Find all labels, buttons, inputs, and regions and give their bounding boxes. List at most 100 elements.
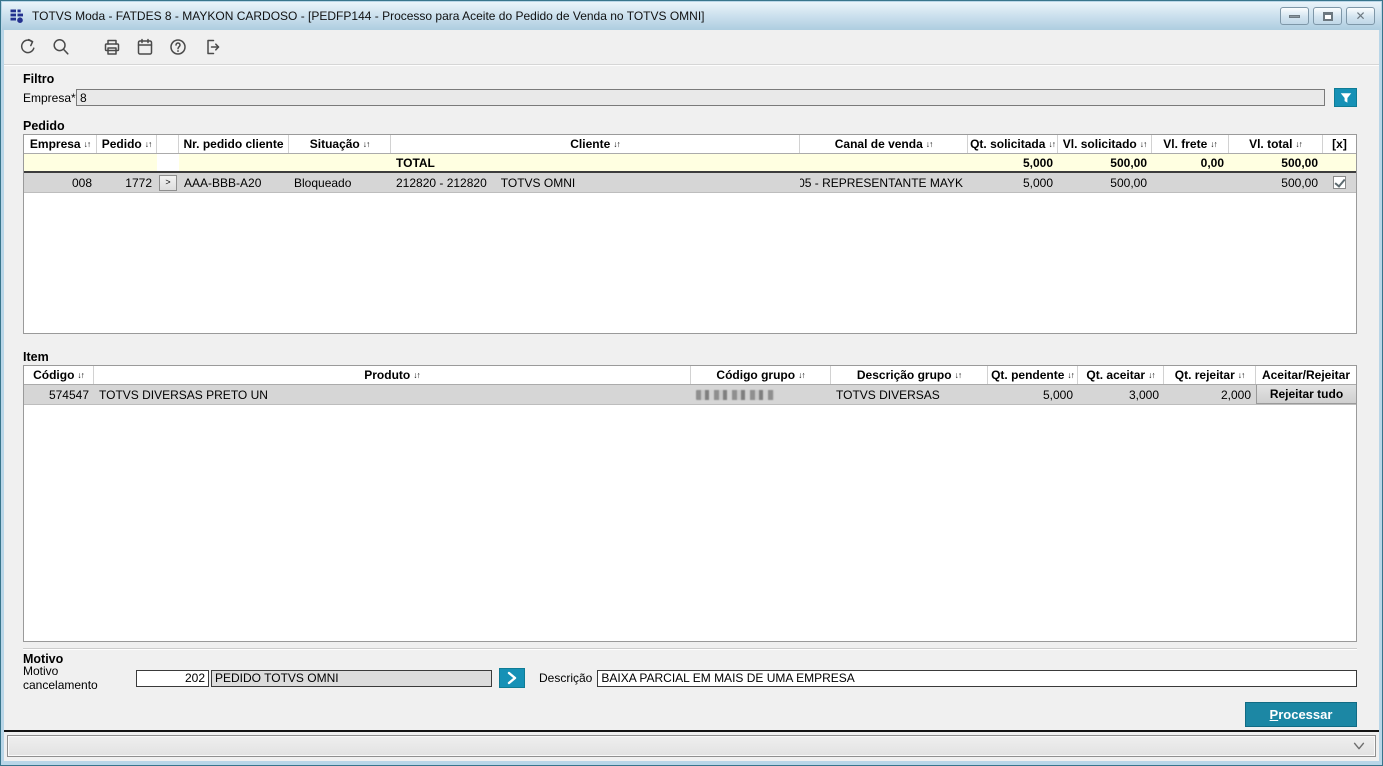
- sort-icon: ↓↑: [954, 370, 962, 380]
- sort-icon: ↓↑: [798, 370, 805, 380]
- row-checkbox[interactable]: [1333, 176, 1346, 189]
- total-vl-frete: 0,00: [1200, 155, 1224, 170]
- pedido-col-cliente[interactable]: Cliente ↓↑: [391, 135, 800, 153]
- pedido-col-canal-venda[interactable]: Canal de venda ↓↑: [800, 135, 968, 153]
- sort-icon: ↓↑: [1048, 139, 1055, 149]
- motivo-lookup-button[interactable]: [499, 668, 525, 688]
- item-col-qt-pendente[interactable]: Qt. pendente ↓↑: [988, 366, 1078, 384]
- pedido-col-select-all[interactable]: [x]: [1323, 135, 1356, 153]
- exit-icon: [207, 39, 220, 55]
- titlebar[interactable]: TOTVS Moda - FATDES 8 - MAYKON CARDOSO -…: [2, 2, 1381, 30]
- section-title-motivo: Motivo: [23, 652, 64, 666]
- row-pedido: 1772: [125, 175, 152, 190]
- pedido-col-nr-pedido-cliente[interactable]: Nr. pedido cliente: [179, 135, 289, 153]
- item-qt-aceitar: 3,000: [1128, 387, 1159, 402]
- section-divider: [23, 648, 1357, 650]
- motivo-row: Motivo cancelamento Descrição: [23, 664, 1357, 692]
- section-title-pedido: Pedido: [23, 119, 65, 133]
- totvs-logo-icon: [10, 9, 25, 24]
- item-col-qt-aceitar[interactable]: Qt. aceitar ↓↑: [1078, 366, 1164, 384]
- redacted-value: [696, 389, 774, 400]
- exit-button[interactable]: [199, 35, 223, 59]
- pedido-col-qt-solicitada[interactable]: Qt. solicitada ↓↑: [968, 135, 1058, 153]
- processar-button[interactable]: Processar: [1245, 702, 1357, 727]
- empresa-input[interactable]: [76, 89, 1325, 106]
- minimize-icon: [1289, 14, 1300, 18]
- row-situacao: Bloqueado: [294, 175, 352, 190]
- row-vl-frete: [1152, 173, 1229, 192]
- row-vl-total: 500,00: [1281, 175, 1318, 190]
- row-cliente: 212820 - 212820 TOTVS OMNI: [391, 173, 800, 192]
- item-descricao-grupo: TOTVS DIVERSAS: [836, 387, 940, 402]
- filter-button[interactable]: [1334, 88, 1357, 107]
- app-body: Filtro Empresa* Pedido Empresa↓↑ Pedido↓…: [4, 30, 1379, 761]
- item-col-qt-rejeitar[interactable]: Qt. rejeitar ↓↑: [1164, 366, 1256, 384]
- item-col-codigo[interactable]: Código ↓↑: [24, 366, 94, 384]
- row-nr-pedido-cliente: AAA-BBB-A20: [184, 175, 262, 190]
- sort-icon: ↓↑: [83, 139, 91, 149]
- pedido-total-row: TOTAL 5,000 500,00 0,00 500,00: [24, 154, 1356, 173]
- pedido-col-vl-total[interactable]: Vl. total ↓↑: [1229, 135, 1323, 153]
- sort-icon: ↓↑: [613, 139, 620, 149]
- item-table-row[interactable]: 574547 TOTVS DIVERSAS PRETO UN TOTVS DIV…: [24, 385, 1356, 405]
- item-col-produto[interactable]: Produto ↓↑: [94, 366, 691, 384]
- window-title: TOTVS Moda - FATDES 8 - MAYKON CARDOSO -…: [32, 9, 705, 23]
- search-button[interactable]: [49, 35, 73, 59]
- cliente-name: TOTVS OMNI: [500, 175, 576, 190]
- pedido-col-vl-solicitado[interactable]: Vl. solicitado ↓↑: [1058, 135, 1152, 153]
- pedido-col-vl-frete[interactable]: Vl. frete ↓↑: [1152, 135, 1229, 153]
- close-icon: ✕: [1355, 9, 1366, 23]
- motivo-descricao-curta-input[interactable]: [211, 669, 492, 687]
- sort-icon: ↓↑: [925, 139, 933, 149]
- sort-icon: ↓↑: [413, 370, 420, 380]
- refresh-icon: [20, 38, 35, 54]
- rejeitar-tudo-button[interactable]: Rejeitar tudo: [1256, 385, 1356, 404]
- close-button[interactable]: ✕: [1346, 7, 1375, 25]
- pedido-col-situacao[interactable]: Situação ↓↑: [289, 135, 391, 153]
- row-vl-solicitado: 500,00: [1110, 175, 1147, 190]
- sort-icon: ↓↑: [1210, 139, 1217, 149]
- help-button[interactable]: [166, 35, 190, 59]
- item-table: Código ↓↑ Produto ↓↑ Código grupo ↓↑ Descri…: [23, 365, 1357, 642]
- total-qt-solicitada: 5,000: [1022, 155, 1053, 170]
- item-codigo-grupo: [691, 385, 831, 404]
- empresa-label: Empresa*: [23, 90, 76, 105]
- pedido-col-empresa[interactable]: Empresa ↓↑: [24, 135, 97, 153]
- pedido-col-pedido[interactable]: Pedido ↓↑: [97, 135, 157, 153]
- item-produto: TOTVS DIVERSAS PRETO UN: [99, 387, 268, 402]
- funnel-icon: [1340, 92, 1351, 103]
- pedido-col-expand: [157, 135, 179, 153]
- descricao-label: Descrição: [539, 671, 593, 685]
- total-vl-total: 500,00: [1281, 155, 1318, 170]
- sort-icon: ↓↑: [144, 139, 152, 149]
- toolbar: [4, 30, 1379, 65]
- descricao-input[interactable]: [597, 669, 1357, 687]
- sort-icon: ↓↑: [362, 139, 370, 149]
- restore-button[interactable]: [1313, 7, 1342, 25]
- status-combobox[interactable]: [7, 735, 1376, 757]
- section-title-item: Item: [23, 350, 49, 364]
- item-qt-pendente: 5,000: [1042, 387, 1073, 402]
- expand-row-button[interactable]: >: [159, 174, 177, 191]
- item-qt-rejeitar: 2,000: [1220, 387, 1251, 402]
- pedido-table-row[interactable]: 008 1772 > AAA-BBB-A20 Bloqueado 212820 …: [24, 173, 1356, 193]
- help-icon: [170, 39, 186, 55]
- section-title-filtro: Filtro: [23, 72, 55, 86]
- search-icon: [53, 39, 69, 55]
- minimize-button[interactable]: [1280, 7, 1309, 25]
- item-col-codigo-grupo[interactable]: Código grupo ↓↑: [691, 366, 831, 384]
- motivo-codigo-input[interactable]: [136, 669, 209, 687]
- chevron-down-icon: [1353, 742, 1365, 750]
- calendar-button[interactable]: [133, 35, 157, 59]
- item-table-empty-area: [24, 405, 1356, 641]
- row-canal-venda: 209105 - REPRESENTANTE MAYK: [800, 175, 963, 190]
- row-empresa: 008: [71, 175, 92, 190]
- print-button[interactable]: [100, 35, 124, 59]
- printer-icon: [104, 39, 120, 55]
- chevron-right-icon: [507, 671, 517, 685]
- item-col-descricao-grupo[interactable]: Descrição grupo ↓↑: [831, 366, 988, 384]
- item-codigo: 574547: [48, 387, 89, 402]
- sort-icon: ↓↑: [77, 370, 84, 380]
- cliente-code: 212820 - 212820: [396, 175, 487, 190]
- refresh-button[interactable]: [16, 35, 40, 59]
